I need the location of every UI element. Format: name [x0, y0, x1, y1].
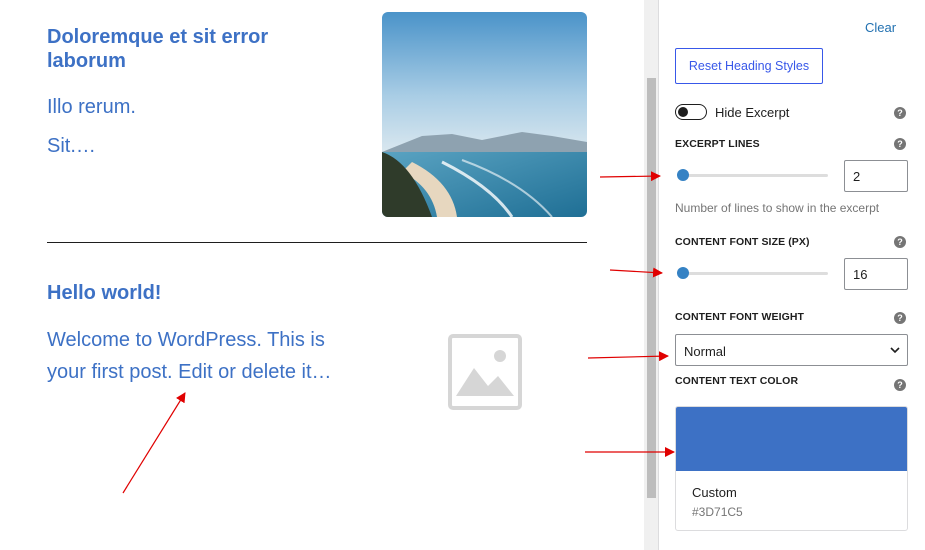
toggle-knob [678, 107, 688, 117]
scrollbar-thumb[interactable] [647, 78, 656, 498]
content-font-size-slider[interactable] [677, 267, 828, 279]
slider-thumb[interactable] [677, 169, 689, 181]
content-font-size-label: CONTENT FONT SIZE (PX) [675, 236, 810, 248]
post-title[interactable]: Doloremque et sit error laborum [47, 25, 337, 73]
annotation-arrow [122, 392, 186, 494]
beach-photo [382, 12, 587, 217]
color-picker[interactable]: Custom #3D71C5 [675, 406, 908, 531]
clear-link[interactable]: Clear [865, 20, 896, 35]
hide-excerpt-toggle[interactable] [675, 104, 707, 120]
post-excerpt-line: Welcome to WordPress. This is [47, 329, 325, 351]
excerpt-lines-input[interactable] [844, 160, 908, 192]
reset-heading-styles-button[interactable]: Reset Heading Styles [675, 48, 823, 84]
settings-panel: Clear Reset Heading Styles Hide Excerpt … [659, 0, 925, 550]
content-text-color-label: CONTENT TEXT COLOR [675, 375, 799, 387]
excerpt-lines-label: EXCERPT LINES [675, 138, 760, 150]
color-hex-value: #3D71C5 [692, 505, 743, 519]
chevron-down-icon [890, 347, 900, 354]
content-font-weight-select[interactable]: Normal [675, 334, 908, 366]
excerpt-lines-help-text: Number of lines to show in the excerpt [675, 201, 880, 215]
content-font-size-input[interactable] [844, 258, 908, 290]
post-thumbnail-image[interactable] [382, 12, 587, 217]
post-excerpt-line: Sit.… [47, 135, 96, 157]
slider-thumb[interactable] [677, 267, 689, 279]
image-placeholder-icon [448, 334, 522, 410]
color-swatch[interactable] [676, 407, 907, 471]
post-excerpt-line: Illo rerum. [47, 96, 136, 118]
help-icon[interactable]: ? [894, 107, 906, 119]
post-title[interactable]: Hello world! [47, 281, 161, 305]
hide-excerpt-label: Hide Excerpt [715, 105, 790, 120]
help-icon[interactable]: ? [894, 236, 906, 248]
excerpt-lines-slider[interactable] [677, 169, 828, 181]
help-icon[interactable]: ? [894, 138, 906, 150]
post-excerpt-line: your first post. Edit or delete it… [47, 361, 332, 383]
help-icon[interactable]: ? [894, 379, 906, 391]
help-icon[interactable]: ? [894, 312, 906, 324]
content-font-weight-label: CONTENT FONT WEIGHT [675, 311, 805, 323]
select-value: Normal [684, 344, 726, 359]
post-divider [47, 242, 587, 243]
color-name: Custom [692, 485, 737, 500]
